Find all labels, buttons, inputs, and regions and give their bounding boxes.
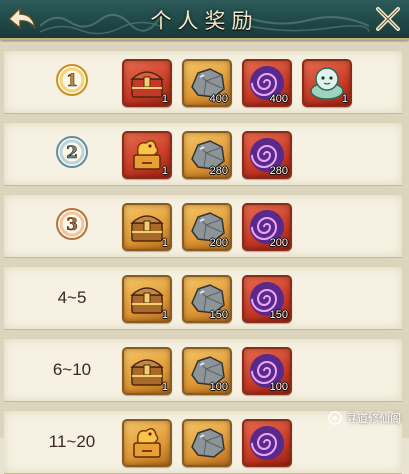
reward-quantity: 1 [161,165,168,177]
rank-2-medal-icon: 2 [52,132,92,176]
rank-3-medal-icon: 3 [52,204,92,248]
rank-row: 4~5 1 150 150 [4,266,402,330]
reward-quantity: 200 [269,237,288,249]
reward-quantity: 100 [269,381,288,393]
rank-indicator: 3 [32,195,112,257]
rank-row: 3 1 200 200 [4,194,402,258]
rank-range-label: 6~10 [52,360,92,379]
rank-row: 6~10 1 100 100 [4,338,402,402]
reward-quantity: 1 [161,93,168,105]
reward-quantity: 1 [161,309,168,321]
reward-item[interactable]: 280 [242,131,292,179]
reward-item[interactable]: 1 [122,59,172,107]
reward-item[interactable]: 1 [122,347,172,395]
watermark-text: 寻道修仙阁 [346,412,401,425]
reward-item[interactable]: 150 [182,275,232,323]
reward-quantity: 400 [209,93,228,105]
title-bar: 个人奖励 [0,0,409,40]
reward-item[interactable]: 100 [182,347,232,395]
reward-quantity: 1 [341,93,348,105]
reward-quantity: 150 [209,309,228,321]
reward-item[interactable]: 1 [122,131,172,179]
close-button[interactable] [371,2,405,36]
reward-item[interactable]: 1 [302,59,352,107]
reward-quantity: 280 [269,165,288,177]
rank-range-label: 11~20 [48,432,96,451]
reward-item[interactable]: 400 [242,59,292,107]
reward-quantity: 150 [269,309,288,321]
rank-range-label: 4~5 [57,288,87,307]
svg-text:1: 1 [66,71,78,91]
rank-indicator: 4~5 [32,267,112,329]
reward-item[interactable]: 200 [182,203,232,251]
svg-text:3: 3 [66,215,78,235]
rank-indicator: 2 [32,123,112,185]
reward-item[interactable]: 1 [122,203,172,251]
reward-quantity: 1 [161,237,168,249]
wechat-channel-icon [328,411,342,425]
rank-row: 1 1 400 400 1 [4,50,402,114]
rank-indicator: 6~10 [32,339,112,401]
reward-item[interactable]: 100 [242,347,292,395]
reward-quantity: 200 [209,237,228,249]
reward-quantity: 400 [269,93,288,105]
rank-1-medal-icon: 1 [52,60,92,104]
reward-item[interactable] [242,419,292,467]
page-title: 个人奖励 [150,9,259,33]
rank-indicator: 11~20 [32,411,112,473]
reward-item[interactable]: 280 [182,131,232,179]
reward-quantity: 280 [209,165,228,177]
reward-item[interactable]: 1 [122,275,172,323]
watermark: 寻道修仙阁 [328,410,401,426]
reward-item[interactable]: 200 [242,203,292,251]
rank-indicator: 1 [32,51,112,113]
reward-item[interactable] [182,419,232,467]
rank-row: 2 1 280 280 [4,122,402,186]
svg-text:2: 2 [66,143,78,163]
reward-quantity: 100 [209,381,228,393]
reward-item[interactable] [122,419,172,467]
close-icon [376,7,400,31]
back-arrow-icon [7,6,36,30]
reward-quantity: 1 [161,381,168,393]
back-button[interactable] [2,2,42,36]
reward-item[interactable]: 400 [182,59,232,107]
reward-item[interactable]: 150 [242,275,292,323]
